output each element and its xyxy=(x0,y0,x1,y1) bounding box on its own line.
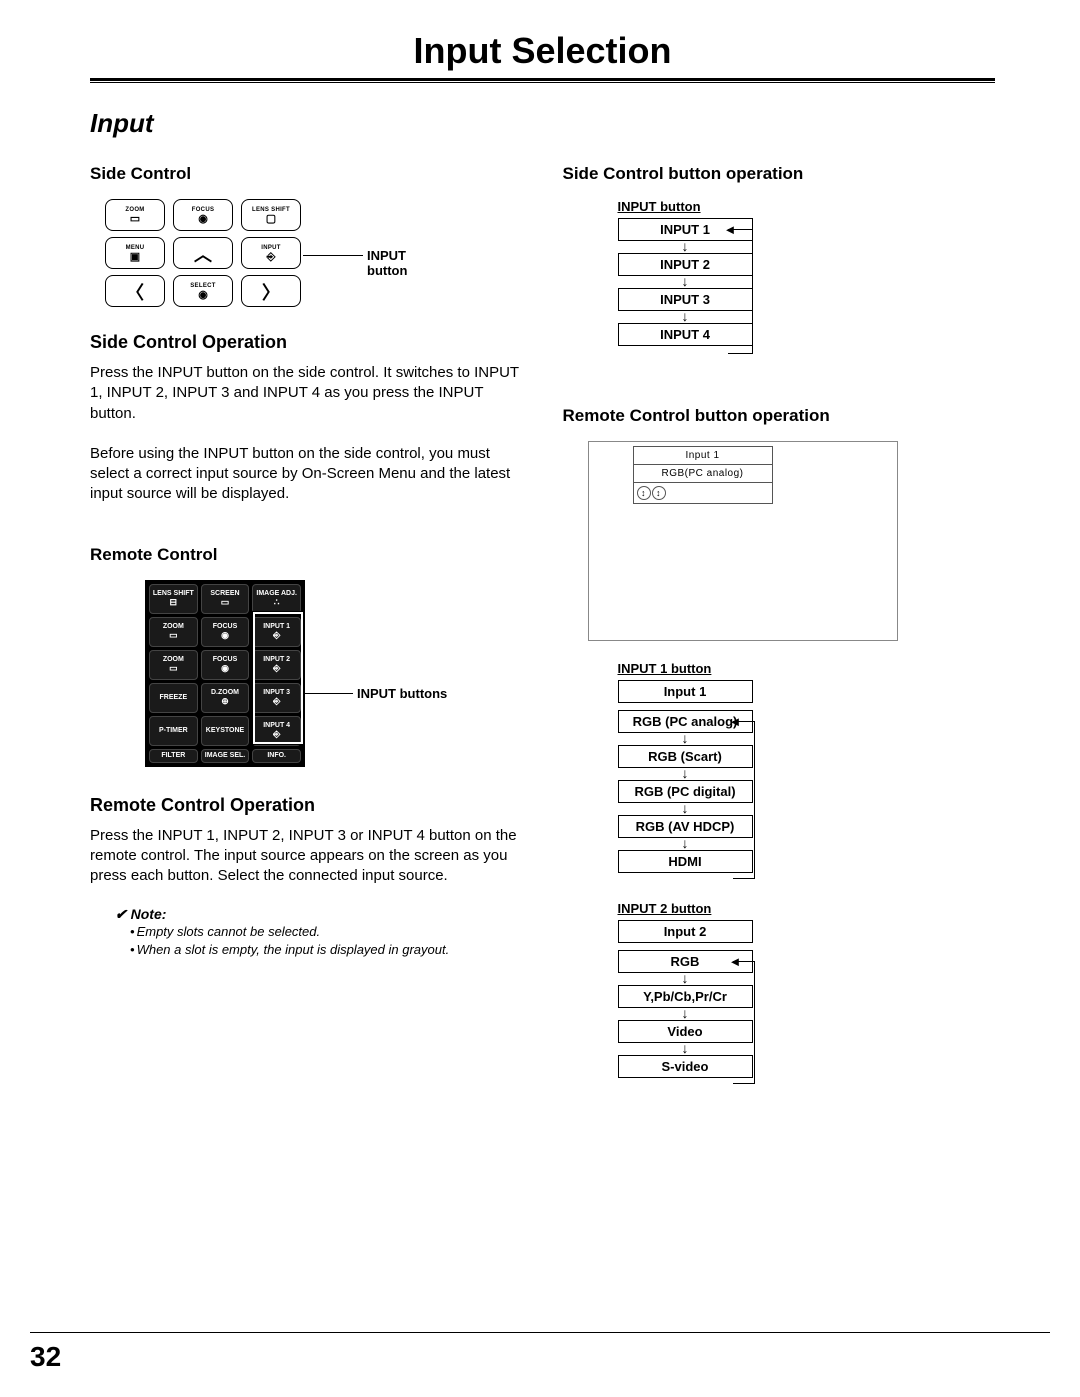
zoom-icon: ▭ xyxy=(130,214,140,225)
title-rule xyxy=(90,78,995,83)
note-heading: ✔ Note: xyxy=(115,906,523,923)
menu-icon: ▣ xyxy=(130,252,140,263)
remote-control-button-op-heading: Remote Control button operation xyxy=(563,406,996,426)
bottom-rule xyxy=(30,1332,1050,1333)
focus-button: FOCUS◉ xyxy=(173,199,233,231)
remote-input-2: INPUT 2⎆ xyxy=(252,650,301,680)
remote-info: INFO. xyxy=(252,749,301,763)
remote-ptimer: P-TIMER xyxy=(149,716,198,746)
side-op-paragraph-1: Press the INPUT button on the side contr… xyxy=(90,363,523,424)
remote-screen: SCREEN▭ xyxy=(201,584,250,614)
loop-arrowhead: ◄ xyxy=(724,222,737,237)
remote-focus-up: FOCUS◉ xyxy=(201,617,250,647)
input-icon: ⎆ xyxy=(267,252,276,263)
section-title: Input xyxy=(90,108,995,139)
remote-image-sel: IMAGE SEL. xyxy=(201,749,250,763)
chevron-right-icon: 〉 xyxy=(262,279,280,305)
loop-arrowhead: ◄ xyxy=(729,714,742,729)
left-column: Side Control ZOOM▭ FOCUS◉ LENS SHIFT▢ ME… xyxy=(90,164,523,1078)
flow3-label: INPUT 2 button xyxy=(618,901,753,916)
side-control-operation-heading: Side Control Operation xyxy=(90,332,523,353)
remote-zoom-up: ZOOM▭ xyxy=(149,617,198,647)
up-arrow-button: ︿ xyxy=(173,237,233,269)
remote-input-3: INPUT 3⎆ xyxy=(252,683,301,713)
remote-dzoom: D.ZOOM⊕ xyxy=(201,683,250,713)
menu-button: MENU▣ xyxy=(105,237,165,269)
osd-icon-1: ↕ xyxy=(637,486,651,500)
remote-input-1: INPUT 1⎆ xyxy=(252,617,301,647)
note-item-1: Empty slots cannot be selected. xyxy=(130,923,523,941)
right-column: Side Control button operation INPUT butt… xyxy=(563,164,996,1078)
right-arrow-button: 〉 xyxy=(241,275,301,307)
leader-line-2 xyxy=(305,693,353,694)
loop-line xyxy=(733,961,755,1084)
lens-shift-button: LENS SHIFT▢ xyxy=(241,199,301,231)
remote-control-operation-heading: Remote Control Operation xyxy=(90,795,523,816)
input-button: INPUT⎆ xyxy=(241,237,301,269)
side-control-diagram: ZOOM▭ FOCUS◉ LENS SHIFT▢ MENU▣ ︿ INPUT⎆ … xyxy=(105,199,425,307)
remote-focus-down: FOCUS◉ xyxy=(201,650,250,680)
remote-freeze: FREEZE xyxy=(149,683,198,713)
chevron-left-icon: 〈 xyxy=(126,279,144,305)
chevron-up-icon: ︿ xyxy=(194,241,212,267)
input-buttons-callout: INPUT buttons xyxy=(357,686,447,701)
select-button: SELECT◉ xyxy=(173,275,233,307)
loop-line xyxy=(733,721,755,879)
input-button-callout: INPUT button xyxy=(367,248,425,278)
remote-op-paragraph: Press the INPUT 1, INPUT 2, INPUT 3 or I… xyxy=(90,826,523,887)
focus-icon: ◉ xyxy=(198,214,208,225)
zoom-button: ZOOM▭ xyxy=(105,199,165,231)
remote-control-heading: Remote Control xyxy=(90,545,523,565)
flow-input-button: INPUT button INPUT 1 INPUT 2 INPUT 3 INP… xyxy=(618,199,753,346)
side-op-paragraph-2: Before using the INPUT button on the sid… xyxy=(90,444,523,505)
loop-arrowhead: ◄ xyxy=(729,954,742,969)
flow-input2-button: INPUT 2 button Input 2 RGB Y,Pb/Cb,Pr/Cr… xyxy=(618,901,753,1078)
osd-source: RGB(PC analog) xyxy=(634,465,772,483)
flow2-label: INPUT 1 button xyxy=(618,661,753,676)
osd-input: Input 1 xyxy=(634,447,772,465)
note-item-2: When a slot is empty, the input is displ… xyxy=(130,941,523,959)
note-list: Empty slots cannot be selected. When a s… xyxy=(130,923,523,959)
select-icon: ◉ xyxy=(198,290,208,301)
remote-zoom-down: ZOOM▭ xyxy=(149,650,198,680)
remote-keystone: KEYSTONE xyxy=(201,716,250,746)
remote-input-4: INPUT 4⎆ xyxy=(252,716,301,746)
remote-control-diagram: LENS SHIFT⊟ SCREEN▭ IMAGE ADJ.∴ ZOOM▭ FO… xyxy=(145,580,465,767)
side-control-heading: Side Control xyxy=(90,164,523,184)
flow1-label: INPUT button xyxy=(618,199,753,214)
loop-line xyxy=(728,229,753,354)
leader-line xyxy=(303,255,363,256)
side-control-button-op-heading: Side Control button operation xyxy=(563,164,996,184)
flow3-first: Input 2 xyxy=(618,920,753,943)
left-arrow-button: 〈 xyxy=(105,275,165,307)
page-title: Input Selection xyxy=(90,30,995,72)
remote-image-adj: IMAGE ADJ.∴ xyxy=(252,584,301,614)
remote-filter: FILTER xyxy=(149,749,198,763)
lens-shift-icon: ▢ xyxy=(266,214,276,225)
osd-icon-2: ↕ xyxy=(652,486,666,500)
osd-preview: Input 1 RGB(PC analog) ↕ ↕ xyxy=(588,441,898,641)
flow-input1-button: INPUT 1 button Input 1 RGB (PC analog) R… xyxy=(618,661,753,873)
remote-lens-shift: LENS SHIFT⊟ xyxy=(149,584,198,614)
page-number: 32 xyxy=(30,1341,61,1373)
flow2-first: Input 1 xyxy=(618,680,753,703)
